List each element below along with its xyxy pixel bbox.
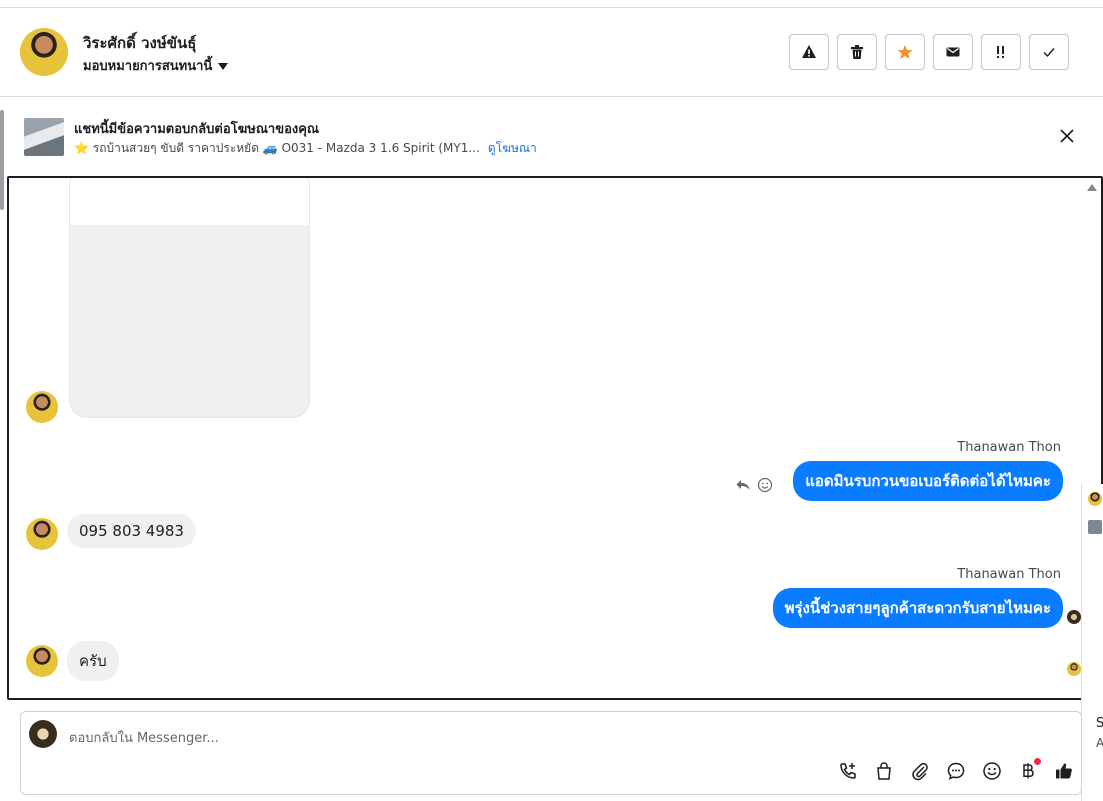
image-attachment-top [70, 178, 309, 225]
important-icon [997, 46, 1004, 58]
view-ad-link[interactable]: ดูโฆษณา [488, 141, 537, 155]
shopping-bag-icon [877, 762, 891, 780]
peek-thumbnail[interactable] [1088, 520, 1102, 534]
header-actions [789, 34, 1069, 70]
close-icon [1060, 129, 1074, 143]
conversation-header: วิระศักดิ์ วงษ์ขันธุ์ มอบหมายการสนทนานี้ [0, 9, 1103, 97]
star-button[interactable] [885, 34, 925, 70]
star-icon [897, 45, 913, 59]
ad-reply-banner: แชทนี้มีข้อความตอบกลับต่อโฆษณาของคุณ ⭐ ร… [0, 98, 1103, 176]
emoji-button[interactable] [981, 760, 1003, 782]
outgoing-message[interactable]: แอดมินรบกวนขอเบอร์ติดต่อได้ไหมคะ [793, 461, 1063, 501]
alert-icon [802, 45, 816, 58]
composer-toolbar [837, 758, 1075, 782]
assign-label: มอบหมายการสนทนานี้ [83, 59, 213, 74]
like-button[interactable] [1053, 760, 1075, 782]
peek-avatar[interactable] [1088, 492, 1102, 506]
incoming-message[interactable]: ครับ [67, 641, 119, 681]
thumbs-up-icon [1056, 763, 1072, 779]
ad-thumbnail[interactable] [24, 118, 64, 156]
ad-description: ⭐ รถบ้านสวยๆ ขับดี ราคาประหยัด 🚙 O031 - … [74, 141, 480, 155]
chat-bubble-icon [947, 762, 965, 780]
peek-subtext: A [1096, 736, 1103, 750]
side-panel-peek: S A [1081, 484, 1103, 801]
check-icon [1043, 48, 1055, 58]
caret-down-icon [218, 63, 229, 70]
incoming-message[interactable]: 095 803 4983 [67, 514, 196, 548]
ad-banner-subtitle: ⭐ รถบ้านสวยๆ ขับดี ราคาประหยัด 🚙 O031 - … [74, 139, 537, 158]
scroll-up-arrow-icon[interactable] [1087, 184, 1097, 191]
delete-button[interactable] [837, 34, 877, 70]
paperclip-icon [912, 762, 928, 781]
mail-icon [946, 47, 960, 57]
contact-avatar-small[interactable] [26, 391, 58, 423]
saved-replies-button[interactable] [945, 760, 967, 782]
sender-name: Thanawan Thon [957, 440, 1061, 455]
close-banner-button[interactable] [1057, 126, 1077, 146]
sender-name: Thanawan Thon [957, 567, 1061, 582]
message-composer[interactable]: ตอบกลับใน Messenger... [20, 711, 1082, 795]
report-button[interactable] [789, 34, 829, 70]
call-button[interactable] [837, 760, 859, 782]
contact-avatar-small[interactable] [26, 518, 58, 550]
message-tools [735, 477, 773, 493]
message-thread[interactable]: Thanawan Thon แอดมินรบกวนขอเบอร์ติดต่อได… [7, 176, 1103, 700]
assign-conversation-dropdown[interactable]: มอบหมายการสนทนานี้ [83, 55, 229, 76]
phone-add-icon [840, 763, 856, 779]
ad-banner-title: แชทนี้มีข้อความตอบกลับต่อโฆษณาของคุณ [74, 122, 319, 137]
emoji-reaction-icon[interactable] [757, 477, 773, 493]
notification-dot [1034, 758, 1041, 765]
contact-avatar[interactable] [20, 28, 68, 76]
follow-up-button[interactable] [981, 34, 1021, 70]
emoji-icon [983, 762, 1001, 780]
trash-icon [851, 45, 863, 59]
reply-icon[interactable] [735, 477, 751, 493]
outgoing-message[interactable]: พรุ่งนี้ช่วงสายๆลูกค้าสะดวกรับสายไหมคะ [772, 588, 1063, 628]
mark-unread-button[interactable] [933, 34, 973, 70]
payment-button[interactable] [1017, 758, 1041, 782]
peek-text: S [1096, 716, 1103, 731]
image-attachment[interactable] [69, 178, 310, 418]
contact-avatar-small[interactable] [26, 645, 58, 677]
mark-done-button[interactable] [1029, 34, 1069, 70]
top-border [0, 0, 1103, 8]
contact-name[interactable]: วิระศักดิ์ วงษ์ขันธุ์ [83, 31, 196, 55]
attach-button[interactable] [909, 760, 931, 782]
shop-button[interactable] [873, 760, 895, 782]
read-receipt-avatar [1067, 662, 1081, 676]
page-avatar [29, 720, 57, 748]
seen-avatar [1067, 610, 1081, 624]
reply-input[interactable]: ตอบกลับใน Messenger... [69, 727, 219, 748]
